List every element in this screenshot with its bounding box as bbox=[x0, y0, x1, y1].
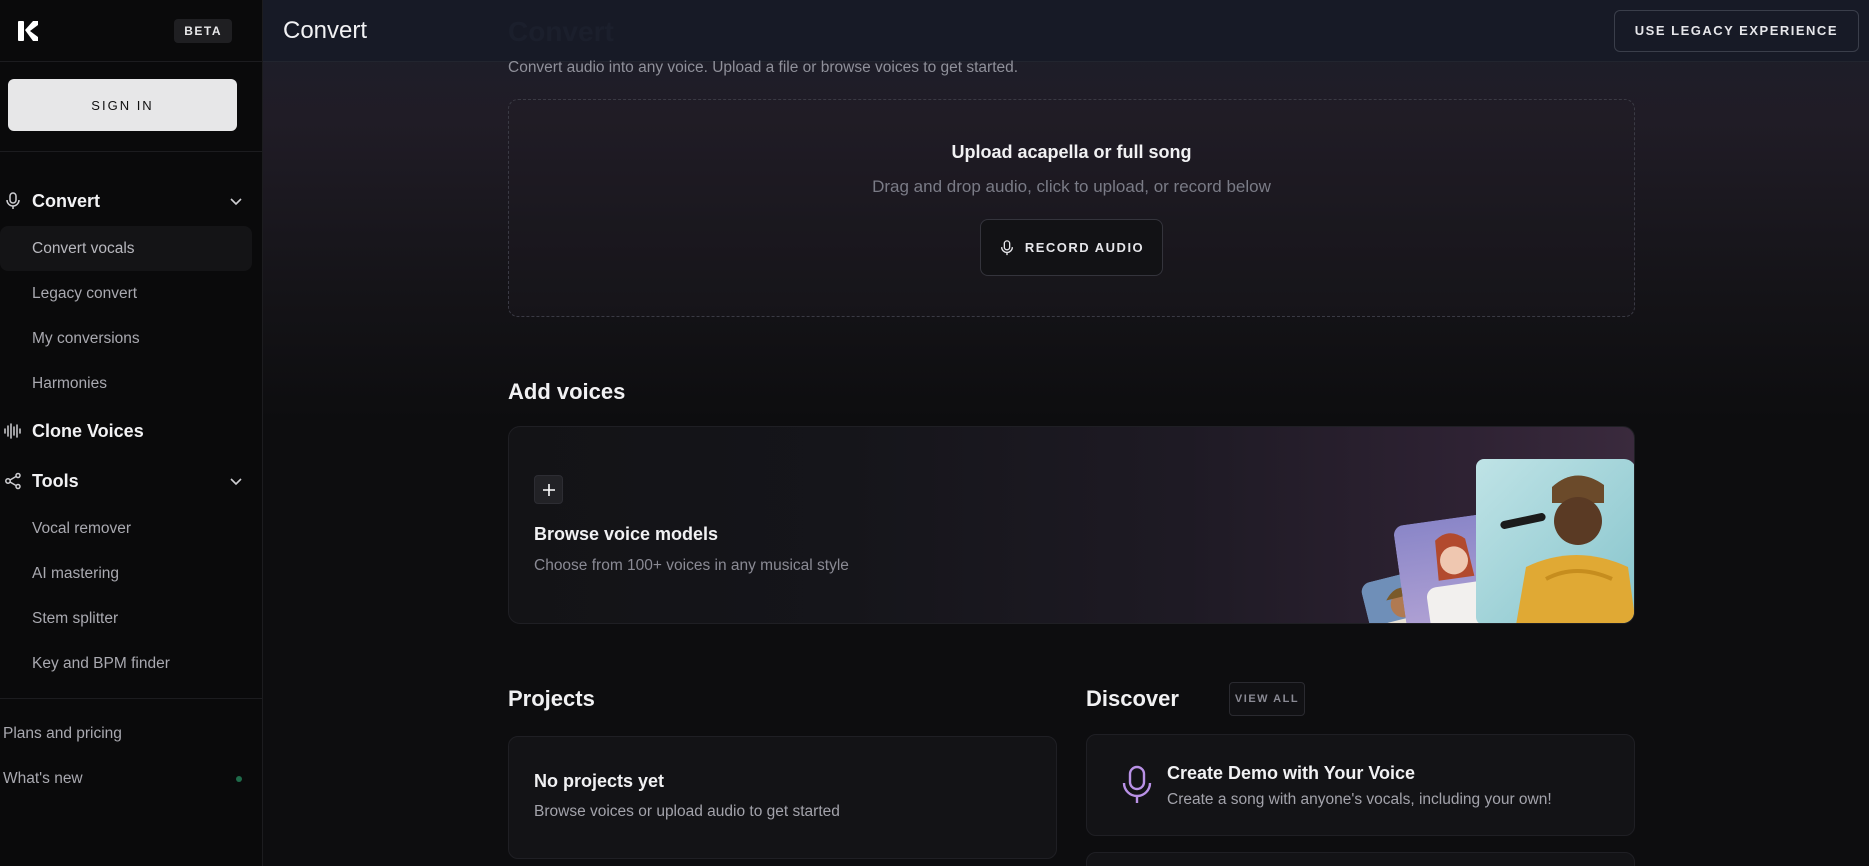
microphone-icon bbox=[1000, 239, 1013, 255]
nav-section-tools[interactable]: Tools bbox=[0, 456, 262, 506]
sidebar-item-convert-vocals[interactable]: Convert vocals bbox=[0, 226, 252, 271]
add-voices-title: Add voices bbox=[508, 379, 626, 404]
sidebar-item-ai-mastering[interactable]: AI mastering bbox=[0, 551, 252, 596]
sidebar-item-stem-splitter[interactable]: Stem splitter bbox=[0, 596, 252, 641]
brand-logo-icon[interactable] bbox=[16, 19, 40, 43]
browse-voice-models-card[interactable]: Browse voice models Choose from 100+ voi… bbox=[508, 426, 1635, 624]
upload-title: Upload acapella or full song bbox=[951, 142, 1192, 162]
use-legacy-experience-button[interactable]: USE LEGACY EXPERIENCE bbox=[1613, 9, 1859, 52]
record-audio-button[interactable]: RECORD AUDIO bbox=[980, 219, 1163, 276]
plus-icon[interactable] bbox=[534, 475, 563, 504]
discover-card-title: Create Demo with Your Voice bbox=[1167, 763, 1416, 783]
sidebar-header: BETA bbox=[0, 0, 262, 62]
top-bar: Convert USE LEGACY EXPERIENCE bbox=[263, 0, 1869, 62]
sidebar-item-vocal-remover[interactable]: Vocal remover bbox=[0, 506, 252, 551]
artist-photo-1 bbox=[1476, 459, 1634, 623]
browse-voice-models-title: Browse voice models bbox=[534, 524, 719, 544]
nav-section-clone-voices[interactable]: Clone Voices bbox=[0, 406, 262, 456]
sidebar-item-legacy-convert[interactable]: Legacy convert bbox=[0, 271, 252, 316]
whats-new-label: What's new bbox=[3, 769, 83, 787]
main-content: Convert Convert USE LEGACY EXPERIENCE Co… bbox=[263, 0, 1869, 866]
sidebar: BETA SIGN IN Convert Convert vocals Lega… bbox=[0, 0, 263, 866]
plans-pricing-label: Plans and pricing bbox=[3, 724, 122, 742]
page-subtitle: Convert audio into any voice. Upload a f… bbox=[508, 59, 1019, 76]
discover-card-subtitle: Create a song with anyone's vocals, incl… bbox=[1167, 791, 1552, 808]
projects-title: Projects bbox=[508, 686, 595, 711]
record-audio-label: RECORD AUDIO bbox=[1024, 240, 1145, 255]
sidebar-nav: Convert Convert vocals Legacy convert My… bbox=[0, 152, 262, 686]
projects-empty-card: No projects yet Browse voices or upload … bbox=[508, 736, 1057, 859]
microphone-icon bbox=[1122, 765, 1152, 803]
sidebar-item-plans-pricing[interactable]: Plans and pricing bbox=[0, 711, 262, 756]
upload-dropzone[interactable]: Upload acapella or full song Drag and dr… bbox=[508, 99, 1635, 317]
sidebar-item-whats-new[interactable]: What's new bbox=[0, 756, 262, 801]
sign-in-area: SIGN IN bbox=[0, 62, 262, 152]
waveform-icon bbox=[2, 420, 24, 442]
discover-title: Discover bbox=[1086, 686, 1179, 711]
page-title: Convert bbox=[283, 16, 368, 44]
upload-subtitle: Drag and drop audio, click to upload, or… bbox=[872, 177, 1271, 196]
beta-badge: BETA bbox=[174, 18, 232, 43]
sidebar-item-harmonies[interactable]: Harmonies bbox=[0, 361, 252, 406]
empty-projects-title: No projects yet bbox=[534, 771, 665, 791]
view-all-projects-button[interactable]: VIEW ALL bbox=[1229, 682, 1305, 716]
empty-projects-subtitle: Browse voices or upload audio to get sta… bbox=[534, 803, 840, 820]
discover-card-create-demo[interactable]: Create Demo with Your Voice Create a son… bbox=[1086, 734, 1635, 836]
chevron-down-icon[interactable] bbox=[228, 473, 244, 489]
microphone-icon bbox=[2, 190, 24, 212]
sign-in-button[interactable]: SIGN IN bbox=[8, 79, 237, 131]
sidebar-item-my-conversions[interactable]: My conversions bbox=[0, 316, 252, 361]
nav-section-label: Clone Voices bbox=[32, 420, 144, 441]
browse-voice-models-subtitle: Choose from 100+ voices in any musical s… bbox=[534, 557, 849, 574]
sidebar-footer: Plans and pricing What's new bbox=[0, 698, 262, 801]
status-dot bbox=[236, 775, 242, 782]
nav-section-label: Tools bbox=[32, 470, 79, 491]
discover-card-next[interactable] bbox=[1086, 852, 1635, 866]
nav-section-convert[interactable]: Convert bbox=[0, 176, 262, 226]
sidebar-item-key-bpm-finder[interactable]: Key and BPM finder bbox=[0, 641, 252, 686]
chevron-down-icon[interactable] bbox=[228, 193, 244, 209]
share-nodes-icon bbox=[2, 470, 24, 492]
nav-section-label: Convert bbox=[32, 190, 101, 211]
